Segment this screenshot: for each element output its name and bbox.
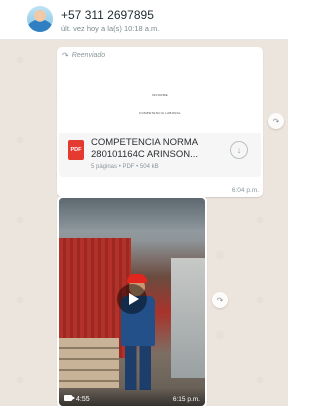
play-button[interactable] (117, 284, 147, 314)
chat-area: ↷ Reenviado INFORME COMPETENCIA LABORAL … (0, 40, 288, 406)
forwarded-label: ↷ Reenviado (62, 51, 105, 60)
message-time: 6:04 p.m. (231, 187, 259, 194)
thumbnail-wall (171, 258, 205, 378)
preview-title: INFORME (152, 93, 168, 97)
avatar[interactable] (27, 6, 53, 32)
forward-button[interactable]: ↷ (268, 113, 284, 129)
play-icon (128, 293, 139, 305)
thumbnail-worker-legs (125, 344, 151, 390)
video-message[interactable]: 4:55 6:15 p.m. (57, 196, 207, 406)
pdf-icon: PDF (68, 140, 84, 160)
forwarded-icon: ↷ (62, 51, 69, 60)
contact-name[interactable]: +57 311 2697895 (61, 8, 154, 22)
thumbnail-helmet (127, 274, 147, 283)
forwarded-text: Reenviado (71, 52, 106, 59)
chat-header: +57 311 2697895 últ. vez hoy a la(s) 10:… (0, 0, 288, 40)
download-button[interactable]: ↓ (230, 141, 248, 159)
video-duration: 4:55 (76, 396, 90, 403)
document-message[interactable]: ↷ Reenviado INFORME COMPETENCIA LABORAL … (57, 47, 263, 197)
thumbnail-shelf (59, 338, 119, 388)
document-name: COMPETENCIA NORMA 280101164C ARINSON... (91, 137, 199, 160)
download-icon: ↓ (236, 145, 242, 155)
video-thumbnail[interactable]: 4:55 6:15 p.m. (59, 198, 205, 406)
preview-subtitle: COMPETENCIA LABORAL (138, 111, 182, 115)
document-preview[interactable]: INFORME COMPETENCIA LABORAL (59, 63, 261, 134)
forward-button[interactable]: ↷ (212, 292, 228, 308)
document-meta: 5 páginas • PDF • 504 kB (91, 164, 159, 170)
document-info[interactable]: PDF COMPETENCIA NORMA 280101164C ARINSON… (59, 133, 261, 177)
forward-icon: ↷ (272, 116, 280, 126)
last-seen-status: últ. vez hoy a la(s) 10:18 a.m. (61, 24, 160, 33)
video-camera-icon (64, 395, 75, 401)
thumbnail-canopy (59, 198, 205, 230)
message-time: 6:15 p.m. (172, 396, 200, 403)
video-footer: 4:55 6:15 p.m. (59, 388, 205, 406)
forward-icon: ↷ (216, 295, 224, 305)
